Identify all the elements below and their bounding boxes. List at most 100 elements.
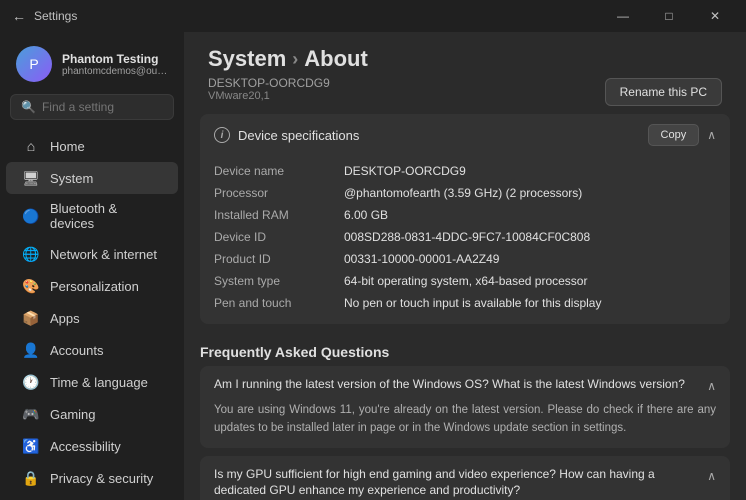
spec-value: 6.00 GB (344, 208, 716, 222)
device-specs-section: i Device specifications Copy ∧ Device na… (200, 114, 730, 324)
spec-label: System type (214, 274, 344, 288)
network-icon: 🌐 (22, 245, 40, 263)
faq-question-0[interactable]: Am I running the latest version of the W… (200, 366, 730, 401)
sidebar-item-network[interactable]: 🌐 Network & internet (6, 238, 178, 270)
collapse-icon[interactable]: ∧ (707, 128, 716, 142)
user-info: Phantom Testing phantomcdemos@outlook.co… (62, 52, 168, 77)
back-icon[interactable]: ← (12, 8, 26, 24)
sidebar-item-accounts[interactable]: 👤 Accounts (6, 334, 178, 366)
faq-chevron-1[interactable]: ∧ (707, 468, 716, 485)
spec-row: Processor @phantomofearth (3.59 GHz) (2 … (214, 182, 716, 204)
content-header: System › About DESKTOP-OORCDG9 VMware20,… (184, 32, 746, 114)
window-controls: — □ ✕ (600, 0, 738, 32)
sidebar-label-gaming: Gaming (50, 407, 96, 422)
sidebar-label-time: Time & language (50, 375, 148, 390)
sidebar-label-system: System (50, 171, 93, 186)
rename-pc-button[interactable]: Rename this PC (605, 78, 722, 106)
vm-info: VMware20,1 (208, 90, 330, 102)
search-box[interactable]: 🔍 (10, 94, 174, 120)
close-button[interactable]: ✕ (692, 0, 738, 32)
pc-name: DESKTOP-OORCDG9 (208, 76, 330, 90)
sidebar-label-home: Home (50, 139, 85, 154)
spec-table: Device name DESKTOP-OORCDG9 Processor @p… (200, 156, 730, 324)
title-bar-left: ← Settings (12, 8, 77, 24)
faq-question-text-0: Am I running the latest version of the W… (214, 376, 685, 393)
spec-row: Device name DESKTOP-OORCDG9 (214, 160, 716, 182)
spec-value: @phantomofearth (3.59 GHz) (2 processors… (344, 186, 716, 200)
app-title: Settings (34, 9, 77, 23)
device-specs-title-group: i Device specifications (214, 127, 359, 143)
sidebar: P Phantom Testing phantomcdemos@outlook.… (0, 32, 184, 500)
spec-label: Pen and touch (214, 296, 344, 310)
sidebar-item-privacy[interactable]: 🔒 Privacy & security (6, 462, 178, 494)
faq-question-1[interactable]: Is my GPU sufficient for high end gaming… (200, 456, 730, 500)
faq-answer-0: You are using Windows 11, you're already… (200, 401, 730, 448)
spec-row: Installed RAM 6.00 GB (214, 204, 716, 226)
sidebar-item-accessibility[interactable]: ♿ Accessibility (6, 430, 178, 462)
spec-value: 00331-10000-00001-AA2Z49 (344, 252, 716, 266)
faq-item: Is my GPU sufficient for high end gaming… (200, 456, 730, 500)
gaming-icon: 🎮 (22, 405, 40, 423)
sidebar-item-system[interactable]: 🖥 System (6, 162, 178, 194)
search-icon: 🔍 (21, 100, 36, 114)
spec-row: System type 64-bit operating system, x64… (214, 270, 716, 292)
privacy-icon: 🔒 (22, 469, 40, 487)
spec-label: Device name (214, 164, 344, 178)
breadcrumb-current: About (304, 46, 368, 72)
spec-label: Processor (214, 186, 344, 200)
system-icon: 🖥 (22, 169, 40, 187)
spec-label: Installed RAM (214, 208, 344, 222)
sidebar-label-bluetooth: Bluetooth & devices (50, 201, 162, 231)
time-icon: 🕐 (22, 373, 40, 391)
sidebar-item-gaming[interactable]: 🎮 Gaming (6, 398, 178, 430)
breadcrumb: System › About (208, 46, 722, 72)
sidebar-item-home[interactable]: ⌂ Home (6, 130, 178, 162)
user-profile[interactable]: P Phantom Testing phantomcdemos@outlook.… (0, 40, 184, 94)
personalization-icon: 🎨 (22, 277, 40, 295)
spec-value: 008SD288-0831-4DDC-9FC7-10084CF0C808 (344, 230, 716, 244)
breadcrumb-separator: › (292, 49, 298, 70)
device-specs-title: Device specifications (238, 128, 359, 143)
spec-label: Product ID (214, 252, 344, 266)
sidebar-label-personalization: Personalization (50, 279, 139, 294)
title-bar: ← Settings — □ ✕ (0, 0, 746, 32)
sidebar-label-privacy: Privacy & security (50, 471, 153, 486)
device-specs-controls: Copy ∧ (648, 124, 716, 146)
faq-chevron-0[interactable]: ∧ (707, 378, 716, 395)
faq-question-text-1: Is my GPU sufficient for high end gaming… (214, 466, 699, 500)
accessibility-icon: ♿ (22, 437, 40, 455)
sidebar-label-accounts: Accounts (50, 343, 103, 358)
spec-row: Pen and touch No pen or touch input is a… (214, 292, 716, 314)
sidebar-label-network: Network & internet (50, 247, 157, 262)
spec-value: 64-bit operating system, x64-based proce… (344, 274, 716, 288)
content-area: System › About DESKTOP-OORCDG9 VMware20,… (184, 32, 746, 500)
home-icon: ⌂ (22, 137, 40, 155)
apps-icon: 📦 (22, 309, 40, 327)
breadcrumb-parent: System (208, 46, 286, 72)
faq-item: Am I running the latest version of the W… (200, 366, 730, 448)
user-name: Phantom Testing (62, 52, 168, 66)
accounts-icon: 👤 (22, 341, 40, 359)
copy-button[interactable]: Copy (648, 124, 700, 146)
spec-label: Device ID (214, 230, 344, 244)
sidebar-item-personalization[interactable]: 🎨 Personalization (6, 270, 178, 302)
sidebar-item-apps[interactable]: 📦 Apps (6, 302, 178, 334)
sidebar-item-bluetooth[interactable]: 🔵 Bluetooth & devices (6, 194, 178, 238)
faq-header: Frequently Asked Questions (184, 336, 746, 366)
spec-value: No pen or touch input is available for t… (344, 296, 716, 310)
sidebar-item-time[interactable]: 🕐 Time & language (6, 366, 178, 398)
minimize-button[interactable]: — (600, 0, 646, 32)
sidebar-label-accessibility: Accessibility (50, 439, 121, 454)
spec-row: Device ID 008SD288-0831-4DDC-9FC7-10084C… (214, 226, 716, 248)
nav-container: ⌂ Home 🖥 System 🔵 Bluetooth & devices 🌐 … (0, 130, 184, 500)
bluetooth-icon: 🔵 (22, 207, 40, 225)
app-body: P Phantom Testing phantomcdemos@outlook.… (0, 32, 746, 500)
device-specs-header: i Device specifications Copy ∧ (200, 114, 730, 156)
sidebar-item-update[interactable]: 🔄 Windows Update (6, 494, 178, 500)
search-input[interactable] (42, 100, 184, 114)
user-email: phantomcdemos@outlook.com (62, 66, 168, 77)
spec-value: DESKTOP-OORCDG9 (344, 164, 716, 178)
sidebar-label-apps: Apps (50, 311, 80, 326)
maximize-button[interactable]: □ (646, 0, 692, 32)
avatar: P (16, 46, 52, 82)
